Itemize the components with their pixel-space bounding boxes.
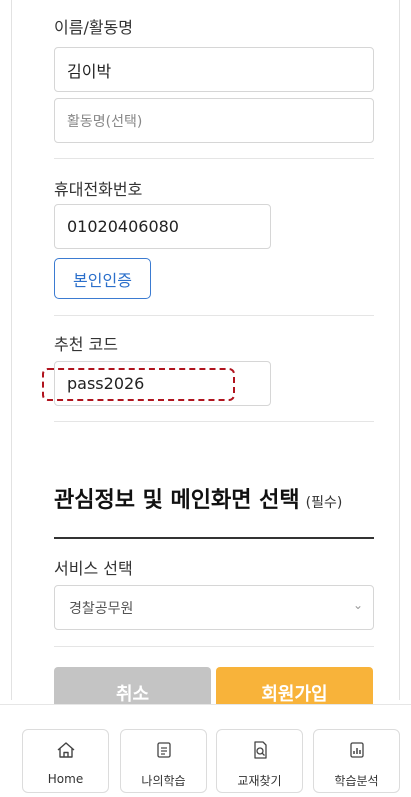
- chevron-down-icon: ⌄: [352, 598, 363, 612]
- tab-home-label: Home: [47, 772, 84, 786]
- tab-book-search-label: 교재찾기: [237, 774, 282, 788]
- form-frame-left: [11, 0, 12, 700]
- service-selected-value: 경찰공무원: [69, 600, 134, 617]
- bottom-tab-bar: Home 나의학습 교재찾기 학습분석: [0, 704, 411, 797]
- service-label: 서비스 선택: [54, 559, 133, 578]
- book-search-icon: [217, 740, 302, 760]
- tab-analysis[interactable]: 학습분석: [313, 729, 400, 793]
- verify-button[interactable]: 본인인증: [54, 258, 151, 299]
- name-input-value: 김이박: [67, 61, 112, 81]
- section-title-text: 관심정보 및 메인화면 선택: [54, 488, 300, 513]
- tab-book-search[interactable]: 교재찾기: [216, 729, 303, 793]
- phone-input-value: 01020406080: [67, 217, 179, 236]
- name-input[interactable]: 김이박: [54, 47, 374, 92]
- section-rule: [54, 537, 374, 539]
- service-select[interactable]: 경찰공무원 ⌄: [54, 585, 374, 630]
- section-title: 관심정보 및 메인화면 선택 (필수): [54, 482, 342, 514]
- divider: [54, 646, 374, 647]
- tab-home[interactable]: Home: [22, 729, 109, 793]
- referral-label: 추천 코드: [54, 335, 118, 354]
- phone-label: 휴대전화번호: [54, 180, 143, 199]
- divider: [54, 421, 374, 422]
- divider: [54, 315, 374, 316]
- analysis-icon: [314, 740, 399, 760]
- required-mark: (필수): [305, 495, 343, 511]
- nickname-input[interactable]: 활동명(선택): [54, 98, 374, 143]
- phone-input[interactable]: 01020406080: [54, 204, 271, 249]
- tab-my-study[interactable]: 나의학습: [120, 729, 207, 793]
- tab-my-study-label: 나의학습: [141, 774, 186, 788]
- name-label: 이름/활동명: [54, 18, 133, 37]
- tab-analysis-label: 학습분석: [334, 774, 379, 788]
- form-frame-right: [399, 0, 400, 700]
- divider: [54, 158, 374, 159]
- referral-code-input[interactable]: pass2026: [54, 361, 271, 406]
- my-study-icon: [121, 740, 206, 760]
- home-icon: [23, 740, 108, 760]
- nickname-placeholder: 활동명(선택): [67, 113, 143, 130]
- referral-code-value: pass2026: [67, 374, 145, 393]
